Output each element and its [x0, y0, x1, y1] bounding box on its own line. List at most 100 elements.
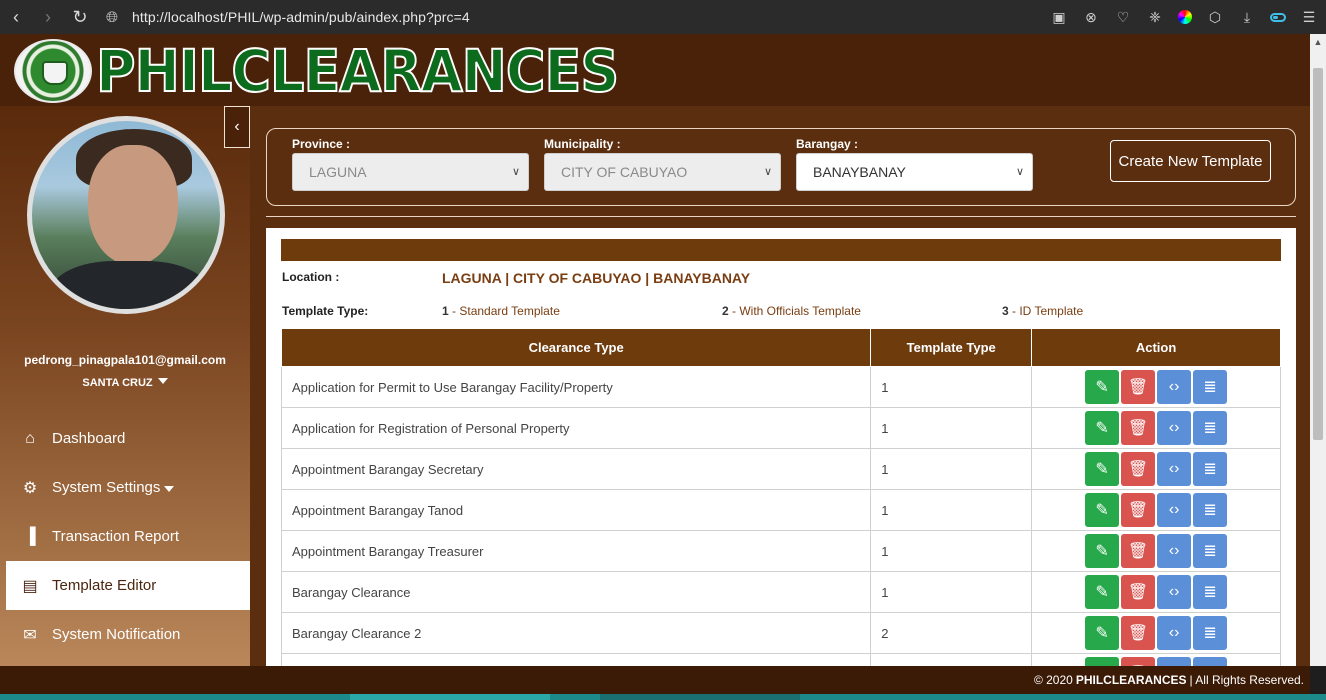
code-file-icon[interactable]: ‹› — [1157, 657, 1192, 666]
document-icon[interactable]: ≣ — [1193, 575, 1228, 609]
clearance-type-cell: Appointment Barangay Tanod — [280, 489, 872, 531]
table-row: Appointment Barangay Tanod 1 ✎ 🗑︎ ‹› ≣ — [280, 489, 1281, 531]
create-new-template-button[interactable]: Create New Template — [1110, 140, 1271, 182]
user-location-dropdown[interactable]: SANTA CRUZ — [0, 377, 250, 389]
template-list-panel: Location : LAGUNA | CITY OF CABUYAO | BA… — [266, 228, 1296, 666]
action-cell: ✎🗑︎‹›≣ — [1031, 612, 1281, 654]
scroll-up-icon[interactable]: ▲ — [1310, 34, 1326, 50]
document-icon[interactable]: ≣ — [1193, 452, 1228, 486]
page-scrollbar[interactable]: ▲ — [1310, 34, 1326, 666]
cube-icon[interactable]: ⬡ — [1206, 9, 1224, 26]
logo-emblem-icon — [14, 39, 92, 103]
brand-logo-text[interactable]: PHILCLEARANCES — [95, 37, 620, 105]
footer-brand: PHILCLEARANCES — [1075, 673, 1187, 687]
edit-icon[interactable]: ✎ — [1085, 493, 1120, 527]
barangay-filter: Barangay : BANAYBANAY ∨ — [796, 137, 1033, 191]
sidebar: ‹ pedrong_pinagpala101@gmail.com SANTA C… — [0, 106, 250, 666]
template-type-cell: 1 — [870, 530, 1033, 572]
avatar — [27, 116, 225, 314]
sidebar-item-dashboard[interactable]: ⌂ Dashboard — [6, 414, 250, 463]
back-icon[interactable]: ‹ — [0, 0, 32, 34]
reload-icon[interactable]: ↻ — [64, 0, 96, 34]
municipality-label: Municipality : — [544, 137, 621, 151]
sidebar-item-label: Transaction Report — [52, 528, 180, 545]
edit-icon[interactable]: ✎ — [1085, 657, 1120, 666]
edit-icon[interactable]: ✎ — [1085, 616, 1120, 650]
trash-icon[interactable]: 🗑︎ — [1121, 575, 1156, 609]
address-bar[interactable]: 🌐︎ http://localhost/PHIL/wp-admin/pub/ai… — [106, 0, 470, 34]
chevron-down-icon: ∨ — [511, 166, 520, 178]
sidebar-toggle-icon[interactable] — [1270, 12, 1286, 22]
menu-icon[interactable]: ☰ — [1300, 9, 1318, 26]
trash-icon[interactable]: 🗑︎ — [1121, 493, 1156, 527]
code-file-icon[interactable]: ‹› — [1157, 616, 1192, 650]
code-file-icon[interactable]: ‹› — [1157, 411, 1192, 445]
gear-icon: ⚙ — [22, 479, 38, 497]
code-file-icon[interactable]: ‹› — [1157, 452, 1192, 486]
sidebar-item-system-settings[interactable]: ⚙ System Settings — [6, 463, 250, 512]
camera-icon[interactable]: ▣ — [1050, 9, 1068, 26]
template-type-cell: 1 — [870, 489, 1033, 531]
url-text[interactable]: http://localhost/PHIL/wp-admin/pub/ainde… — [132, 9, 470, 25]
user-email: pedrong_pinagpala101@gmail.com — [24, 353, 226, 367]
barangay-value: BANAYBANAY — [813, 164, 906, 180]
bar-chart-icon: ▐ — [24, 527, 36, 545]
code-file-icon[interactable]: ‹› — [1157, 370, 1192, 404]
scrollbar-thumb[interactable] — [1313, 68, 1323, 440]
sidebar-item-system-notification[interactable]: ✉ System Notification — [6, 610, 250, 659]
code-file-icon[interactable]: ‹› — [1157, 493, 1192, 527]
download-icon[interactable]: ⤓ — [1238, 9, 1256, 26]
footer-rights: | All Rights Reserved. — [1189, 673, 1305, 687]
edit-icon[interactable]: ✎ — [1085, 534, 1120, 568]
color-wheel-icon[interactable] — [1178, 10, 1192, 24]
trash-icon[interactable]: 🗑︎ — [1121, 370, 1156, 404]
edit-icon[interactable]: ✎ — [1085, 452, 1120, 486]
sidebar-item-label: Template Editor — [52, 577, 157, 594]
main-content: Province : LAGUNA ∨ Municipality : CITY … — [250, 106, 1310, 666]
user-location-label: SANTA CRUZ — [82, 377, 153, 389]
action-cell: ✎🗑︎‹›≣ — [1031, 407, 1281, 449]
document-icon[interactable]: ≣ — [1193, 657, 1228, 666]
home-icon: ⌂ — [25, 429, 35, 447]
document-icon[interactable]: ≣ — [1193, 616, 1228, 650]
taskbar — [0, 694, 1326, 700]
sidebar-item-label: System Notification — [52, 626, 181, 643]
table-row: Application for Permit to Use Barangay F… — [280, 366, 1281, 408]
template-type-option: 1 - Standard Template — [442, 304, 560, 318]
trash-icon[interactable]: 🗑︎ — [1121, 411, 1156, 445]
code-file-icon[interactable]: ‹› — [1157, 575, 1192, 609]
province-select[interactable]: LAGUNA ∨ — [292, 153, 529, 191]
document-icon[interactable]: ≣ — [1193, 370, 1228, 404]
barangay-select[interactable]: BANAYBANAY ∨ — [796, 153, 1033, 191]
sidebar-item-transaction-report[interactable]: ▐ Transaction Report — [6, 512, 250, 561]
municipality-select[interactable]: CITY OF CABUYAO ∨ — [544, 153, 781, 191]
table-row: Appointment Barangay Secretary 1 ✎ 🗑︎ ‹› ≣ — [280, 448, 1281, 490]
collapse-sidebar-button[interactable]: ‹ — [224, 106, 250, 148]
municipality-filter: Municipality : CITY OF CABUYAO ∨ — [544, 137, 781, 191]
globe-icon: 🌐︎ — [106, 8, 119, 26]
page: PHILCLEARANCES ‹ pedrong_pinagpala101@gm… — [0, 34, 1310, 666]
edit-icon[interactable]: ✎ — [1085, 411, 1120, 445]
caret-down-icon — [157, 378, 168, 384]
heart-icon[interactable]: ♡ — [1114, 9, 1132, 26]
trash-icon[interactable]: 🗑︎ — [1121, 452, 1156, 486]
block-icon[interactable]: ⊗ — [1082, 9, 1100, 26]
browser-toolbar: ‹ › ↻ 🌐︎ http://localhost/PHIL/wp-admin/… — [0, 0, 1326, 34]
trash-icon[interactable]: 🗑︎ — [1121, 616, 1156, 650]
sidebar-item-template-editor[interactable]: ▤ Template Editor — [6, 561, 250, 610]
caret-down-icon — [164, 485, 175, 492]
edit-icon[interactable]: ✎ — [1085, 575, 1120, 609]
forward-icon[interactable]: › — [32, 0, 64, 34]
chevron-down-icon: ∨ — [763, 166, 772, 178]
id-card-icon: ▤ — [22, 577, 38, 595]
edit-icon[interactable]: ✎ — [1085, 370, 1120, 404]
column-header-clearance-type: Clearance Type — [280, 328, 872, 367]
document-icon[interactable]: ≣ — [1193, 534, 1228, 568]
extension-dots-icon[interactable]: ❈ — [1146, 9, 1164, 26]
trash-icon[interactable]: 🗑︎ — [1121, 534, 1156, 568]
document-icon[interactable]: ≣ — [1193, 411, 1228, 445]
document-icon[interactable]: ≣ — [1193, 493, 1228, 527]
column-header-template-type: Template Type — [870, 328, 1033, 367]
code-file-icon[interactable]: ‹› — [1157, 534, 1192, 568]
trash-icon[interactable]: 🗑︎ — [1121, 657, 1156, 666]
